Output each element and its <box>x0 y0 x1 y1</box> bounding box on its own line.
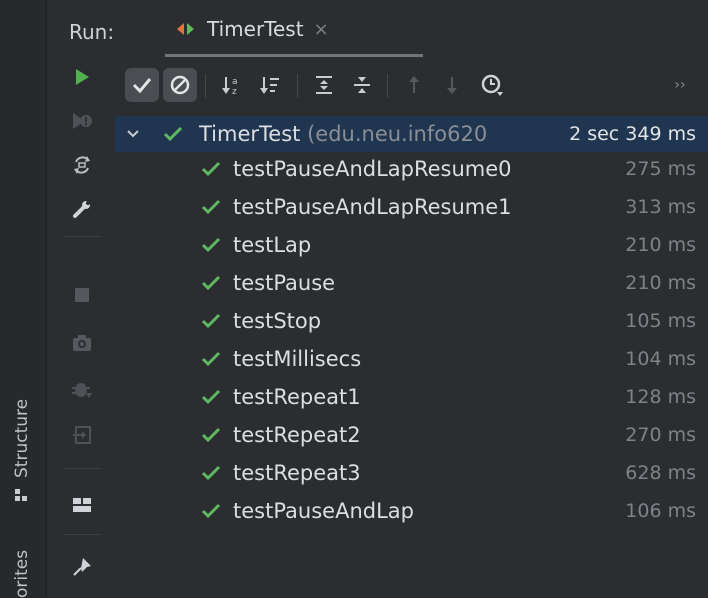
toolbar-separator <box>205 74 206 98</box>
sort-duration-icon[interactable] <box>253 68 287 102</box>
chevron-down-icon[interactable] <box>125 126 141 142</box>
toolbar-separator <box>63 468 101 469</box>
test-name: testPause <box>233 271 336 295</box>
test-duration: 104 ms <box>625 348 696 370</box>
collapse-all-icon[interactable] <box>345 68 379 102</box>
passed-check-icon <box>201 503 221 519</box>
test-row[interactable]: testRepeat3 628 ms <box>115 455 708 491</box>
show-ignored-icon[interactable] <box>163 68 197 102</box>
layout-icon[interactable] <box>69 492 95 518</box>
favorites-tool-window-label[interactable]: orites <box>12 550 32 598</box>
test-duration: 106 ms <box>625 500 696 522</box>
rerun-failed-icon[interactable] <box>69 108 95 134</box>
test-name: testRepeat2 <box>233 423 361 447</box>
tab-title: TimerTest <box>207 17 304 41</box>
test-duration: 275 ms <box>625 158 696 180</box>
settings-wrench-icon[interactable] <box>69 196 95 222</box>
test-row[interactable]: testPauseAndLapResume1 313 ms <box>115 189 708 225</box>
tab-timertest[interactable]: TimerTest × <box>165 0 423 58</box>
run-window-header: Run: TimerTest × <box>47 0 708 58</box>
test-name: testPauseAndLapResume0 <box>233 157 512 181</box>
test-name: testRepeat3 <box>233 461 361 485</box>
test-duration: 210 ms <box>625 234 696 256</box>
toolbar-separator <box>297 74 298 98</box>
expand-all-icon[interactable] <box>307 68 341 102</box>
passed-check-icon <box>201 313 221 329</box>
test-row[interactable]: testPause 210 ms <box>115 265 708 301</box>
root-suite-package: (edu.neu.info620 <box>307 122 488 146</box>
sort-alpha-icon[interactable]: az <box>215 68 249 102</box>
pin-icon[interactable] <box>69 554 95 580</box>
test-row[interactable]: testMillisecs 104 ms <box>115 341 708 377</box>
structure-icon <box>15 489 27 501</box>
side-toolbar <box>47 60 115 598</box>
svg-text:a: a <box>232 77 238 87</box>
passed-check-icon <box>201 199 221 215</box>
test-name: testStop <box>233 309 322 333</box>
show-passed-icon[interactable] <box>125 68 159 102</box>
test-row[interactable]: testStop 105 ms <box>115 303 708 339</box>
next-failed-icon[interactable] <box>435 68 469 102</box>
toolbar-separator <box>387 74 388 98</box>
test-row[interactable]: testPauseAndLap 106 ms <box>115 493 708 529</box>
test-name: testPauseAndLap <box>233 499 414 523</box>
prev-failed-icon[interactable] <box>397 68 431 102</box>
passed-check-icon <box>201 275 221 291</box>
svg-text:z: z <box>232 87 237 96</box>
run-config-icon <box>177 23 194 35</box>
root-duration: 2 sec 349 ms <box>569 123 696 145</box>
passed-check-icon <box>201 389 221 405</box>
test-row[interactable]: testRepeat1 128 ms <box>115 379 708 415</box>
root-suite-name: TimerTest <box>199 122 301 146</box>
passed-check-icon <box>201 161 221 177</box>
passed-check-icon <box>201 351 221 367</box>
tree-root-row[interactable]: TimerTest (edu.neu.info620 2 sec 349 ms <box>115 116 708 152</box>
tab-close-icon[interactable]: × <box>314 19 329 40</box>
test-results-tree: TimerTest (edu.neu.info620 2 sec 349 ms … <box>115 116 708 598</box>
toggle-auto-test-icon[interactable] <box>69 152 95 178</box>
test-duration: 313 ms <box>625 196 696 218</box>
test-name: testLap <box>233 233 312 257</box>
test-name: testPauseAndLapResume1 <box>233 195 512 219</box>
test-row[interactable]: testRepeat2 270 ms <box>115 417 708 453</box>
test-name: testMillisecs <box>233 347 362 371</box>
debug-bug-icon[interactable] <box>69 376 95 402</box>
passed-check-icon <box>163 126 183 142</box>
passed-check-icon <box>201 237 221 253</box>
toolbar-separator <box>63 236 101 237</box>
run-label: Run: <box>69 20 115 44</box>
screenshot-camera-icon[interactable] <box>69 330 95 356</box>
test-duration: 105 ms <box>625 310 696 332</box>
toolbar-separator <box>63 534 101 535</box>
tool-window-strip: Structure orites <box>0 0 47 598</box>
rerun-icon[interactable] <box>69 64 95 90</box>
test-toolbar: az ›› <box>115 60 708 110</box>
tab-active-underline <box>165 54 423 57</box>
stop-icon[interactable] <box>69 282 95 308</box>
test-duration: 628 ms <box>625 462 696 484</box>
structure-tool-window-label[interactable]: Structure <box>12 399 32 478</box>
test-row[interactable]: testPauseAndLapResume0 275 ms <box>115 151 708 187</box>
more-icon[interactable]: ›› <box>663 68 697 102</box>
test-row[interactable]: testLap 210 ms <box>115 227 708 263</box>
test-duration: 210 ms <box>625 272 696 294</box>
passed-check-icon <box>201 465 221 481</box>
test-duration: 128 ms <box>625 386 696 408</box>
test-duration: 270 ms <box>625 424 696 446</box>
passed-check-icon <box>201 427 221 443</box>
test-name: testRepeat1 <box>233 385 361 409</box>
import-test-results-icon[interactable] <box>69 422 95 448</box>
test-history-icon[interactable] <box>475 68 509 102</box>
